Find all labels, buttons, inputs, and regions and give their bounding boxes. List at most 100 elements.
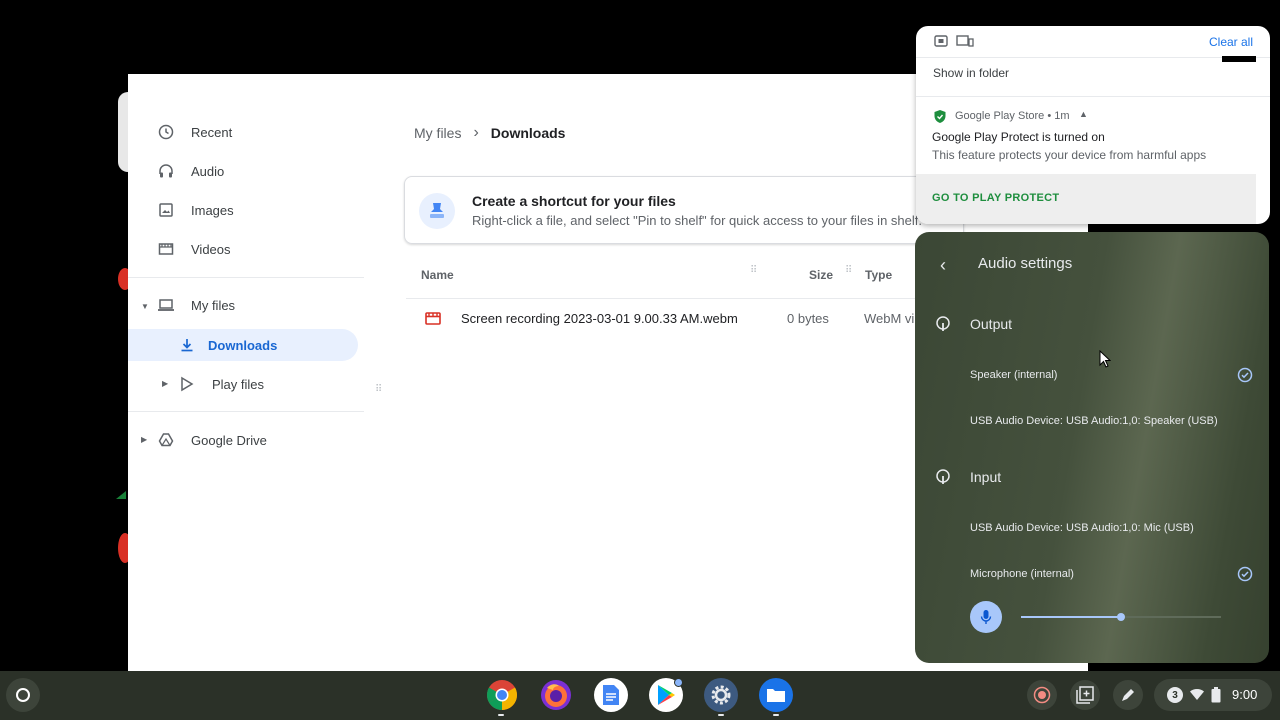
input-device-microphone-internal[interactable]: Microphone (internal) [970,568,1074,580]
sidebar-item-label: Videos [191,241,231,257]
video-icon [157,240,175,258]
clock: 9:00 [1232,687,1258,702]
sidebar-item-audio[interactable]: Audio [157,155,224,187]
column-header-type[interactable]: Type [865,268,892,282]
running-indicator [498,714,504,716]
pin-icon [419,193,455,229]
sidebar-item-play-files[interactable]: Play files [178,368,264,400]
laptop-icon [157,296,175,314]
sidebar-item-label: Google Drive [191,432,267,448]
clear-all-button[interactable]: Clear all [1209,35,1253,49]
output-section-title: Output [970,316,1013,332]
sidebar-item-my-files[interactable]: My files [157,289,235,321]
notification-dot [674,678,683,687]
input-device-usb-mic[interactable]: USB Audio Device: USB Audio:1,0: Mic (US… [970,522,1194,534]
column-resize-icon[interactable]: ⠿ [750,266,757,276]
notification-source: Google Play Store • 1m [955,110,1070,122]
file-size: 0 bytes [787,311,829,326]
notification-header: Clear all [916,26,1270,58]
sidebar-item-google-drive[interactable]: Google Drive [157,424,267,456]
banner-text: Right-click a file, and select "Pin to s… [472,213,922,228]
input-icon [936,469,950,484]
devices-icon[interactable] [956,35,974,47]
sidebar-item-images[interactable]: Images [157,194,234,226]
column-header-name[interactable]: Name [421,268,454,282]
stop-recording-icon [1033,686,1051,704]
input-section-title: Input [970,469,1002,485]
firefox-icon[interactable] [539,678,573,712]
column-header-size[interactable]: Size [809,268,833,282]
play-store-icon [178,375,196,393]
green-shape [116,491,126,499]
notification-count-badge: 3 [1167,687,1183,703]
notification-body: This feature protects your device from h… [932,148,1207,162]
do-not-disturb-icon[interactable] [934,35,948,47]
sidebar-resize-handle[interactable]: ⠿ [375,385,383,400]
sidebar-item-label: Play files [212,376,265,392]
running-indicator [773,714,779,716]
drive-icon [157,431,175,449]
sidebar-item-label: Downloads [208,337,278,353]
file-name: Screen recording 2023-03-01 9.00.33 AM.w… [461,311,738,326]
chevron-up-icon[interactable]: ▲ [1079,109,1088,119]
stylus-tools-button[interactable] [1113,680,1143,710]
divider [128,277,364,278]
pen-icon [1122,689,1134,701]
battery-icon [1211,687,1221,703]
screen-capture-icon [1076,686,1094,704]
expand-arrow-icon[interactable]: ▶ [162,379,168,388]
sidebar-item-label: Images [191,202,234,218]
chrome-icon[interactable] [485,678,519,712]
output-icon [936,316,950,331]
slider-thumb[interactable] [1117,613,1125,621]
microphone-mute-button[interactable] [970,601,1002,633]
notification-title: Google Play Protect is turned on [932,130,1105,144]
sidebar-item-label: Recent [191,124,233,140]
sidebar-item-downloads[interactable]: Downloads [128,329,358,361]
sidebar-item-videos[interactable]: Videos [157,233,231,265]
chevron-right-icon: › [473,124,479,141]
breadcrumb-downloads: Downloads [490,125,566,141]
action-label: GO TO PLAY PROTECT [932,192,1060,204]
breadcrumb: My files › Downloads [414,124,565,142]
settings-icon[interactable] [704,678,738,712]
docs-icon[interactable] [594,678,628,712]
status-area[interactable]: 3 9:00 [1154,679,1272,711]
launcher-button[interactable] [6,678,40,712]
launcher-icon [16,688,30,702]
sidebar-item-label: My files [191,297,236,313]
output-device-speaker-internal[interactable]: Speaker (internal) [970,369,1057,381]
breadcrumb-my-files[interactable]: My files [414,125,461,141]
file-type: WebM vi [864,311,915,326]
screen-capture-button[interactable] [1070,680,1100,710]
banner-title: Create a shortcut for your files [472,193,676,209]
input-gain-slider[interactable] [1021,613,1221,621]
sidebar-item-recent[interactable]: Recent [157,116,232,148]
screen-record-stop-button[interactable] [1027,680,1057,710]
slider-fill [1021,616,1121,618]
download-icon [178,336,196,354]
back-arrow-icon[interactable]: ‹ [940,255,946,276]
shortcut-banner: Create a shortcut for your files Right-c… [404,176,964,244]
play-store-icon[interactable] [649,678,683,712]
redacted-mark [1222,56,1256,62]
video-file-icon [425,312,441,325]
go-to-play-protect-button[interactable]: GO TO PLAY PROTECT [916,174,1256,224]
expand-arrow-icon[interactable]: ▼ [141,302,149,311]
divider [916,96,1270,97]
check-circle-icon [1237,566,1253,582]
files-sidebar: Recent Audio Images Videos ▼ My files Do… [128,74,373,671]
output-device-usb-speaker[interactable]: USB Audio Device: USB Audio:1,0: Speaker… [970,415,1218,427]
running-indicator [718,714,724,716]
headphones-icon [157,162,175,180]
microphone-icon [980,610,992,624]
divider [128,411,364,412]
play-protect-icon [934,110,946,123]
expand-arrow-icon[interactable]: ▶ [141,435,147,444]
check-circle-icon [1237,367,1253,383]
files-icon[interactable] [759,678,793,712]
show-in-folder-button[interactable]: Show in folder [933,66,1009,80]
mouse-cursor-icon [1099,350,1111,368]
clock-icon [157,123,175,141]
column-resize-icon[interactable]: ⠿ [845,266,852,276]
